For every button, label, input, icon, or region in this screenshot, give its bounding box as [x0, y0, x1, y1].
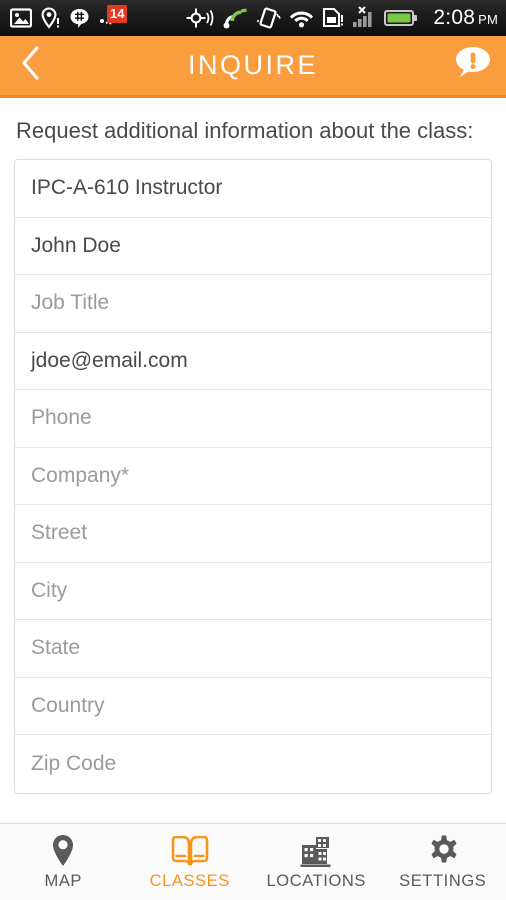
hangouts-icon — [69, 8, 90, 29]
sim-card-alert-icon — [322, 7, 344, 29]
vibrate-icon — [257, 7, 282, 29]
city-field[interactable]: City — [15, 563, 491, 620]
nav-item-settings[interactable]: SETTINGS — [380, 824, 506, 900]
chevron-left-icon — [19, 45, 43, 86]
back-button[interactable] — [0, 35, 62, 97]
nav-item-map[interactable]: MAP — [0, 824, 127, 900]
gear-icon — [426, 834, 460, 868]
book-icon — [170, 834, 210, 868]
country-field[interactable]: Country — [15, 678, 491, 735]
clock-time: 2:08 — [433, 6, 476, 29]
name-field[interactable]: John Doe — [15, 218, 491, 275]
status-bar-left-icons: 14 — [10, 5, 128, 29]
nav-label-map: MAP — [44, 871, 83, 890]
status-bar-clock: 2:08 PM — [433, 6, 498, 30]
info-button[interactable] — [440, 35, 506, 97]
intro-text: Request additional information about the… — [16, 118, 474, 143]
nav-label-classes: CLASSES — [149, 871, 230, 890]
nav-label-locations: LOCATIONS — [266, 871, 367, 890]
bottom-navigation: MAP CLASSES LOCATIONS SETTINGS — [0, 823, 506, 900]
battery-icon — [384, 8, 418, 28]
speech-bubble-alert-icon — [452, 42, 494, 89]
app-header: INQUIRE — [0, 36, 506, 98]
status-bar-right-icons: 2:08 PM — [186, 6, 498, 30]
clock-ampm: PM — [478, 12, 498, 27]
job-title-field[interactable]: Job Title — [15, 275, 491, 333]
street-field[interactable]: Street — [15, 505, 491, 563]
status-bar: 14 2:08 PM — [0, 0, 506, 36]
phone-field[interactable]: Phone — [15, 390, 491, 448]
nav-item-locations[interactable]: LOCATIONS — [253, 824, 380, 900]
main-content: Request additional information about the… — [0, 98, 506, 823]
wifi-icon — [289, 8, 314, 28]
map-pin-icon — [48, 834, 78, 868]
app-screen: 14 2:08 PM INQUIRE Request additional in… — [0, 0, 506, 900]
page-title: INQUIRE — [187, 50, 318, 80]
email-field[interactable]: jdoe@email.com — [15, 333, 491, 390]
notification-badge-icon: 14 — [99, 5, 128, 29]
cell-signal-no-service-icon — [352, 6, 376, 30]
inquiry-form: IPC-A-610 Instructor John Doe Job Title … — [14, 159, 492, 794]
nav-label-settings: SETTINGS — [399, 871, 487, 890]
instructor-field[interactable]: IPC-A-610 Instructor — [15, 160, 491, 218]
notification-count-badge: 14 — [107, 5, 128, 23]
nav-item-classes[interactable]: CLASSES — [127, 824, 254, 900]
state-field[interactable]: State — [15, 620, 491, 678]
location-pin-alert-icon — [41, 7, 60, 29]
photo-icon — [10, 8, 32, 28]
buildings-icon — [298, 834, 334, 868]
company-field[interactable]: Company* — [15, 448, 491, 505]
gps-crosshair-icon — [186, 7, 214, 29]
zip-code-field[interactable]: Zip Code — [15, 735, 491, 793]
satellite-signal-icon — [222, 7, 249, 29]
